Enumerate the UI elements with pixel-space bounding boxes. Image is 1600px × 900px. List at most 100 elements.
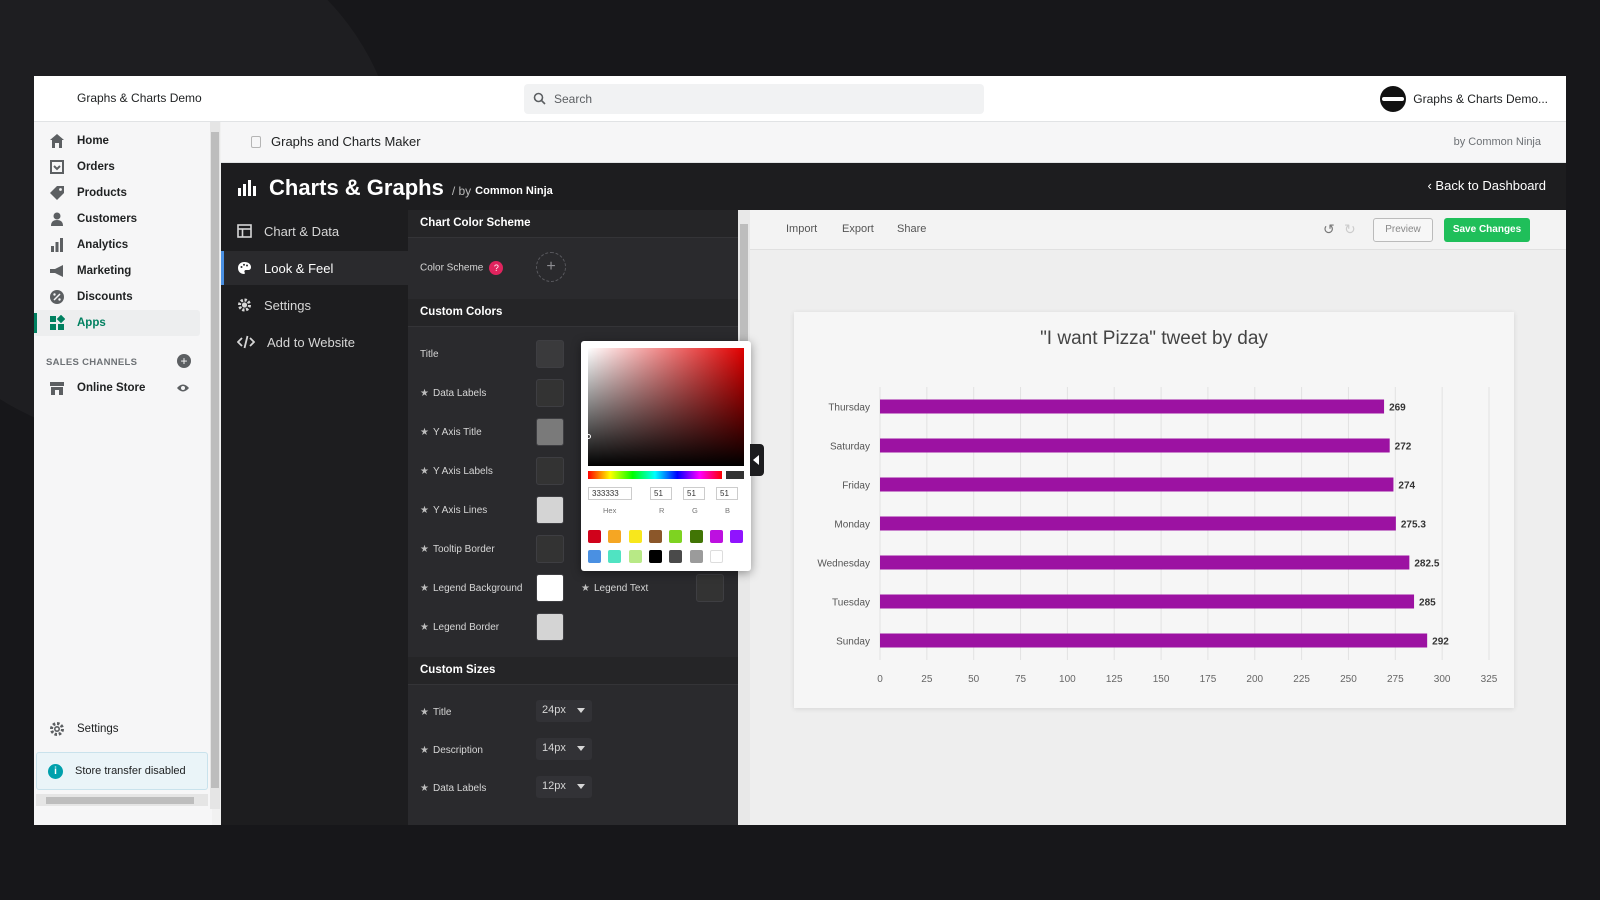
sidebar-item-marketing[interactable]: Marketing xyxy=(34,258,200,284)
app-header: Graphs and Charts Maker by Common Ninja xyxy=(221,122,1566,163)
custom-colors-header: Custom Colors xyxy=(408,299,738,327)
sidebar-item-settings[interactable]: Settings xyxy=(34,716,200,742)
hex-label: Hex xyxy=(603,506,617,515)
preview-button[interactable]: Preview xyxy=(1373,218,1433,242)
share-link[interactable]: Share xyxy=(897,223,926,235)
bar xyxy=(880,633,1428,648)
palette-swatch[interactable] xyxy=(648,530,662,543)
hue-slider[interactable] xyxy=(588,471,722,479)
row-label: Legend Border xyxy=(432,622,500,633)
color-row-legend-border: ★ Legend Border xyxy=(420,622,499,633)
x-tick-label: 200 xyxy=(1246,674,1263,685)
red-input[interactable]: 51 xyxy=(650,487,672,500)
swatch-legend-background[interactable] xyxy=(536,574,564,602)
hex-input[interactable]: 333333 xyxy=(588,487,632,500)
palette-swatch[interactable] xyxy=(689,530,703,543)
help-icon[interactable]: ? xyxy=(489,261,504,275)
swatch-y-axis-lines[interactable] xyxy=(536,496,564,524)
sidebar-item-customers[interactable]: Customers xyxy=(34,206,200,232)
back-to-dashboard-link[interactable]: ‹ Back to Dashboard xyxy=(1427,178,1546,193)
sidebar-item-label: Products xyxy=(77,187,127,199)
collapse-panel-button[interactable] xyxy=(750,444,764,476)
swatch-tooltip-border[interactable] xyxy=(536,535,564,563)
sidebar-item-products[interactable]: Products xyxy=(34,180,200,206)
swatch-title[interactable] xyxy=(536,340,564,368)
tab-label: Chart & Data xyxy=(264,224,340,239)
size-row-title: ★ Title xyxy=(420,707,452,718)
apps-icon xyxy=(50,315,65,330)
tab-settings[interactable]: Settings xyxy=(221,288,408,322)
palette-swatch[interactable] xyxy=(669,530,683,543)
blue-input[interactable]: 51 xyxy=(716,487,738,500)
data-labels-size-select[interactable]: 12px xyxy=(536,776,592,798)
megaphone-icon xyxy=(50,265,63,277)
row-label: Y Axis Labels xyxy=(432,466,493,477)
swatch-legend-border[interactable] xyxy=(536,613,564,641)
add-channel-icon[interactable]: + xyxy=(177,354,191,368)
palette-swatch[interactable] xyxy=(709,550,723,563)
row-label: Tooltip Border xyxy=(432,544,495,555)
sidebar-item-label: Discounts xyxy=(77,291,133,303)
y-tick-label: Sunday xyxy=(836,637,870,648)
app-title: Graphs and Charts Maker xyxy=(271,134,421,149)
palette-swatch[interactable] xyxy=(730,530,744,543)
saturation-area[interactable] xyxy=(588,348,744,466)
row-label: Data Labels xyxy=(432,388,487,399)
undo-icon[interactable]: ↺ xyxy=(1323,221,1335,238)
nav-horizontal-scrollbar[interactable] xyxy=(36,794,208,806)
star-icon: ★ xyxy=(420,466,429,477)
nav-scrollbar[interactable] xyxy=(210,122,220,809)
import-link[interactable]: Import xyxy=(786,223,817,235)
tab-chart-data[interactable]: Chart & Data xyxy=(221,214,408,248)
save-changes-button[interactable]: Save Changes xyxy=(1444,218,1530,242)
store-name[interactable]: Graphs & Charts Demo xyxy=(77,91,202,105)
palette-swatch[interactable] xyxy=(689,550,703,563)
swatch-data-labels[interactable] xyxy=(536,379,564,407)
back-label: Back to Dashboard xyxy=(1435,178,1546,193)
search-input[interactable]: Search xyxy=(524,84,984,114)
account-menu[interactable]: Graphs & Charts Demo... xyxy=(1380,84,1548,114)
sidebar-item-orders[interactable]: Orders xyxy=(34,154,200,180)
description-size-select[interactable]: 14px xyxy=(536,738,592,760)
tab-look-feel[interactable]: Look & Feel xyxy=(221,251,408,285)
add-color-scheme-button[interactable]: + xyxy=(536,252,566,282)
saturation-handle[interactable] xyxy=(586,434,591,439)
color-row-y-axis-labels: ★ Y Axis Labels xyxy=(420,466,493,477)
sidebar-item-online-store[interactable]: Online Store xyxy=(34,375,200,401)
custom-sizes-header: Custom Sizes xyxy=(408,657,738,685)
palette-swatch[interactable] xyxy=(628,550,642,563)
section-title: Chart Color Scheme xyxy=(420,217,531,229)
sidebar-item-apps[interactable]: Apps xyxy=(34,310,200,336)
title-size-select[interactable]: 24px xyxy=(536,700,592,722)
palette-swatch[interactable] xyxy=(588,550,601,563)
palette-swatch[interactable] xyxy=(608,530,622,543)
swatch-y-axis-title[interactable] xyxy=(536,418,564,446)
sidebar-item-home[interactable]: Home xyxy=(34,128,200,154)
info-icon: i xyxy=(48,764,63,779)
avatar xyxy=(1380,86,1407,112)
export-link[interactable]: Export xyxy=(842,223,874,235)
redo-icon[interactable]: ↻ xyxy=(1344,221,1356,238)
account-name: Graphs & Charts Demo... xyxy=(1413,92,1548,106)
swatch-y-axis-labels[interactable] xyxy=(536,457,564,485)
sidebar-item-discounts[interactable]: Discounts xyxy=(34,284,200,310)
color-scheme-label: Color Scheme? xyxy=(420,261,504,275)
chart-editor: Charts & Graphs / by Common Ninja ‹ Back… xyxy=(221,163,1566,825)
palette-swatch[interactable] xyxy=(669,550,683,563)
eye-icon[interactable] xyxy=(176,382,190,394)
palette-swatch[interactable] xyxy=(588,530,601,543)
sidebar-item-analytics[interactable]: Analytics xyxy=(34,232,200,258)
palette-swatch[interactable] xyxy=(628,530,642,543)
row-label: Y Axis Title xyxy=(432,427,482,438)
select-value: 12px xyxy=(542,780,566,792)
green-label: G xyxy=(692,506,698,515)
palette-swatch[interactable] xyxy=(608,550,622,563)
swatch-legend-text[interactable] xyxy=(696,574,724,602)
table-icon xyxy=(237,224,252,238)
palette-swatch[interactable] xyxy=(709,530,723,543)
preview-toolbar: Import Export Share ↺ ↻ Preview Save Cha… xyxy=(750,210,1566,250)
green-input[interactable]: 51 xyxy=(683,487,705,500)
tab-add-to-website[interactable]: Add to Website xyxy=(221,325,408,359)
sidebar-item-label: Settings xyxy=(77,723,119,735)
palette-swatch[interactable] xyxy=(648,550,662,563)
